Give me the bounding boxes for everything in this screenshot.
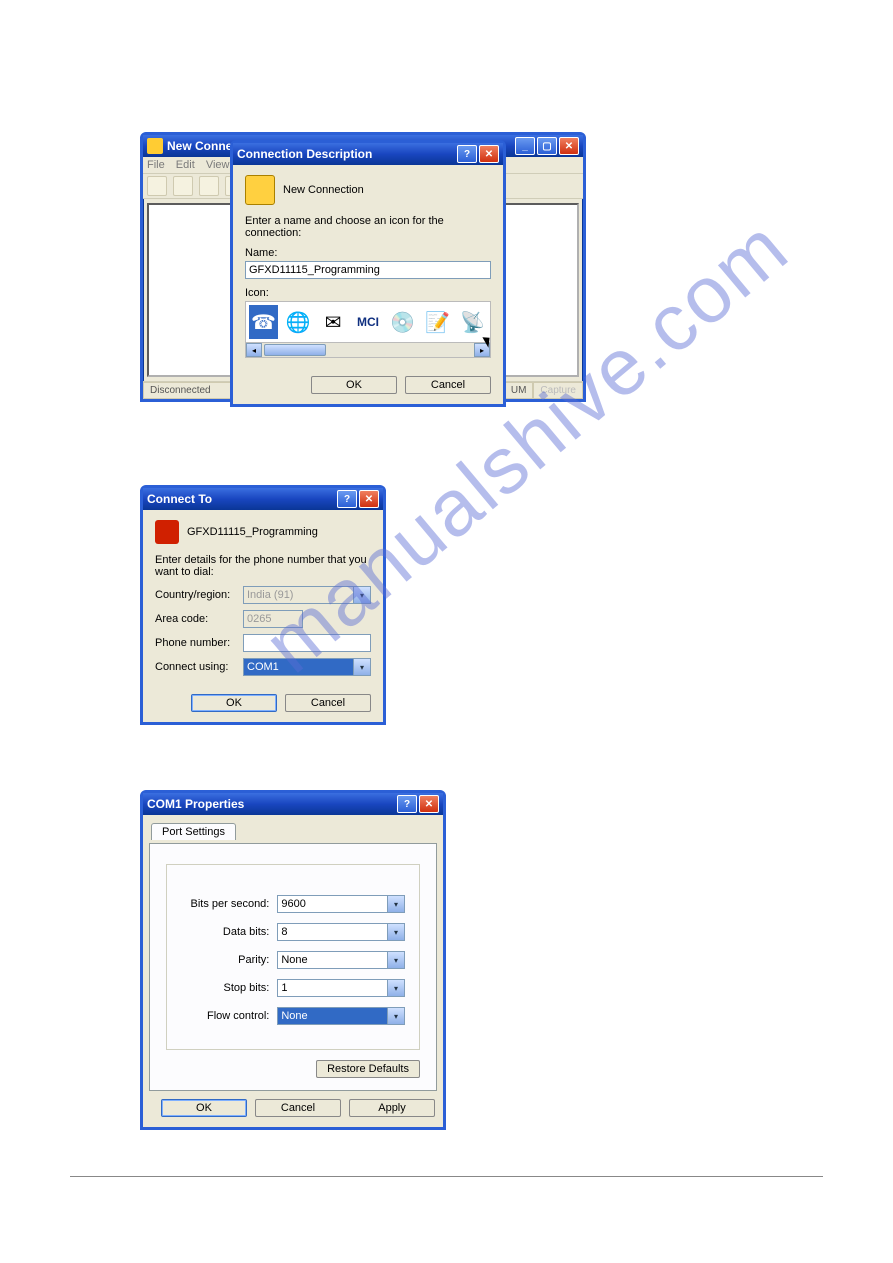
new-connection-header: New Connection	[283, 184, 364, 196]
country-label: Country/region:	[155, 589, 235, 601]
icon-option-modem[interactable]: ✉	[319, 305, 348, 339]
stopbits-label: Stop bits:	[181, 982, 269, 994]
dialog3-title: COM1 Properties	[147, 797, 395, 811]
databits-label: Data bits:	[181, 926, 269, 938]
dialog1-title: Connection Description	[237, 147, 455, 161]
minimize-button[interactable]: _	[515, 137, 535, 155]
name-input[interactable]	[245, 261, 491, 279]
icon-label: Icon:	[245, 287, 491, 299]
dialog2-help-button[interactable]: ?	[337, 490, 357, 508]
connect-using-label: Connect using:	[155, 661, 235, 673]
menu-view[interactable]: View	[206, 159, 230, 171]
cancel-button[interactable]: Cancel	[405, 376, 491, 394]
bps-combo[interactable]	[277, 895, 405, 913]
icon-option-phone-red[interactable]: ☎	[249, 305, 278, 339]
connection-description-dialog: Connection Description ? ✕ New Connectio…	[230, 140, 506, 407]
settings-group: Bits per second: ▾ Data bits: ▾ Parity: …	[166, 864, 420, 1050]
bps-label: Bits per second:	[181, 898, 269, 910]
icon-option-disc[interactable]: 💿	[388, 305, 417, 339]
ok-button[interactable]: OK	[311, 376, 397, 394]
dialog1-instruction: Enter a name and choose an icon for the …	[245, 215, 491, 239]
dialog2-instruction: Enter details for the phone number that …	[155, 554, 371, 578]
dialog2-close-button[interactable]: ✕	[359, 490, 379, 508]
chevron-down-icon: ▾	[353, 587, 370, 603]
menu-file[interactable]: File	[147, 159, 165, 171]
toolbar-save-icon[interactable]	[199, 176, 219, 196]
help-button[interactable]: ?	[457, 145, 477, 163]
parity-combo[interactable]	[277, 951, 405, 969]
dialog2-title: Connect To	[147, 492, 335, 506]
stopbits-combo[interactable]	[277, 979, 405, 997]
port-settings-panel: Bits per second: ▾ Data bits: ▾ Parity: …	[149, 843, 437, 1091]
dialog1-close-button[interactable]: ✕	[479, 145, 499, 163]
icon-option-notepad[interactable]: 📝	[423, 305, 452, 339]
chevron-down-icon[interactable]: ▾	[387, 924, 404, 940]
phone-label: Phone number:	[155, 637, 235, 649]
com1-properties-dialog: COM1 Properties ? ✕ Port Settings Bits p…	[140, 790, 446, 1130]
chevron-down-icon[interactable]: ▾	[387, 1008, 404, 1024]
status-capture: Capture	[533, 382, 583, 399]
scroll-thumb[interactable]	[264, 344, 326, 356]
name-label: Name:	[245, 247, 491, 259]
dialog3-close-button[interactable]: ✕	[419, 795, 439, 813]
dialog3-ok-button[interactable]: OK	[161, 1099, 247, 1117]
maximize-button[interactable]: ▢	[537, 137, 557, 155]
databits-combo[interactable]	[277, 923, 405, 941]
status-um: UM	[504, 382, 534, 399]
icon-option-satellite[interactable]: 📡	[458, 305, 487, 339]
chevron-down-icon[interactable]: ▾	[387, 952, 404, 968]
flow-combo[interactable]	[277, 1007, 405, 1025]
dialog1-titlebar[interactable]: Connection Description ? ✕	[233, 143, 503, 165]
menu-edit[interactable]: Edit	[176, 159, 195, 171]
connect-using-combo[interactable]	[243, 658, 371, 676]
connect-to-dialog: Connect To ? ✕ GFXD11115_Programming Ent…	[140, 485, 386, 725]
app-icon	[147, 138, 163, 154]
scroll-left-icon[interactable]: ◂	[246, 343, 262, 357]
restore-defaults-button[interactable]: Restore Defaults	[316, 1060, 420, 1078]
parity-label: Parity:	[181, 954, 269, 966]
country-combo	[243, 586, 371, 604]
dialog2-ok-button[interactable]: OK	[191, 694, 277, 712]
close-button[interactable]: ✕	[559, 137, 579, 155]
dialog2-cancel-button[interactable]: Cancel	[285, 694, 371, 712]
dialog3-cancel-button[interactable]: Cancel	[255, 1099, 341, 1117]
flow-label: Flow control:	[181, 1010, 269, 1022]
dialog3-titlebar[interactable]: COM1 Properties ? ✕	[143, 793, 443, 815]
phone-input[interactable]	[243, 634, 371, 652]
icon-option-globe[interactable]: 🌐	[284, 305, 313, 339]
icon-chooser[interactable]: ☎ 🌐 ✉ MCI 💿 📝 📡	[245, 301, 491, 343]
area-code-input	[243, 610, 303, 628]
dialog3-help-button[interactable]: ?	[397, 795, 417, 813]
area-code-label: Area code:	[155, 613, 235, 625]
chevron-down-icon[interactable]: ▾	[387, 980, 404, 996]
page-divider	[70, 1176, 823, 1177]
tab-port-settings[interactable]: Port Settings	[151, 823, 236, 840]
connection-icon	[155, 520, 179, 544]
toolbar-open-icon[interactable]	[173, 176, 193, 196]
toolbar-new-icon[interactable]	[147, 176, 167, 196]
connection-name-header: GFXD11115_Programming	[187, 526, 318, 538]
chevron-down-icon[interactable]: ▾	[353, 659, 370, 675]
icon-scrollbar[interactable]: ◂ ▸	[245, 343, 491, 358]
icon-option-mci[interactable]: MCI	[354, 305, 383, 339]
dialog2-titlebar[interactable]: Connect To ? ✕	[143, 488, 383, 510]
dialog3-apply-button[interactable]: Apply	[349, 1099, 435, 1117]
chevron-down-icon[interactable]: ▾	[387, 896, 404, 912]
new-connection-icon	[245, 175, 275, 205]
